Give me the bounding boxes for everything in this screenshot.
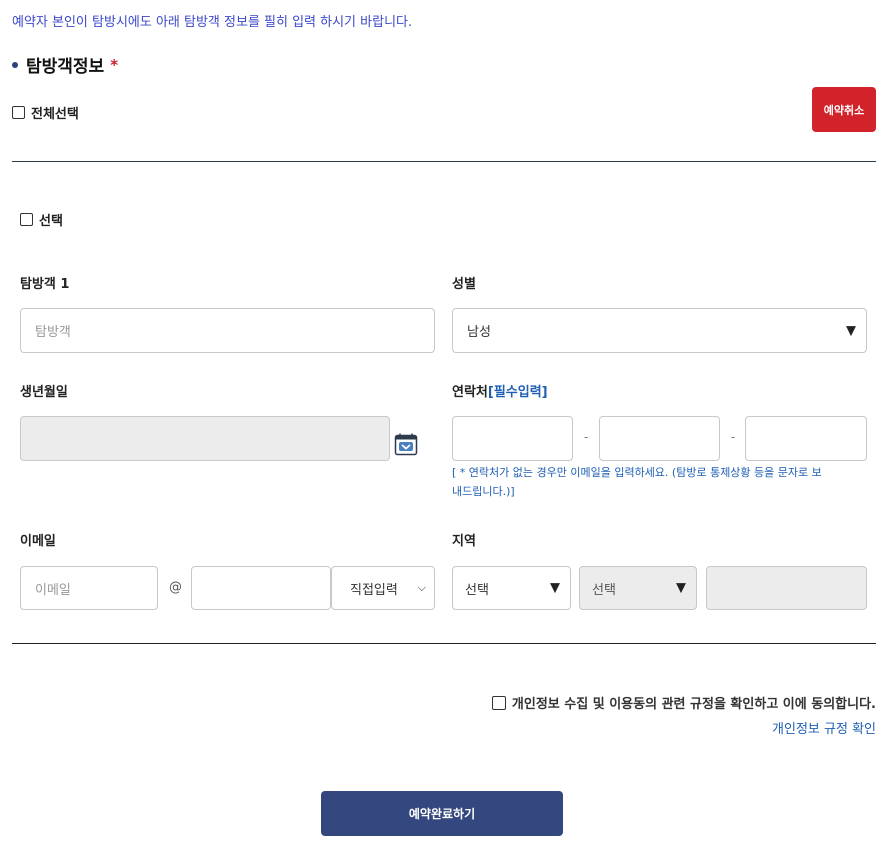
email-placeholder: 이메일 xyxy=(35,582,71,598)
select-all-checkbox[interactable] xyxy=(12,106,25,119)
section-title: 탐방객정보 * xyxy=(12,52,118,77)
chevron-down-icon: ⌵ xyxy=(417,581,426,594)
phone-separator-2: - xyxy=(731,430,736,444)
phone-part-3-input[interactable] xyxy=(745,416,867,461)
phone-separator-1: - xyxy=(584,430,589,444)
section-title-text: 탐방객정보 xyxy=(26,57,105,77)
cancel-reservation-button[interactable]: 예약취소 xyxy=(812,87,876,132)
phone-part-1-input[interactable] xyxy=(452,416,573,461)
email-at-sign: @ xyxy=(169,580,182,595)
contact-label: 연락처[필수입력] xyxy=(452,381,548,400)
privacy-agree[interactable]: 개인정보 수집 및 이용동의 관련 규정을 확인하고 이에 동의합니다. xyxy=(491,693,876,712)
visitor-select-checkbox[interactable] xyxy=(20,213,33,226)
phone-part-2-input[interactable] xyxy=(599,416,720,461)
bullet-icon xyxy=(12,61,18,68)
gender-label: 성별 xyxy=(452,277,476,292)
select-all-label: 전체선택 xyxy=(31,107,79,122)
email-domain-select[interactable]: 직접입력 ⌵ xyxy=(331,566,435,610)
divider-top xyxy=(12,161,876,162)
email-label: 이메일 xyxy=(20,534,56,549)
gender-select[interactable]: 남성 ▼ xyxy=(452,308,867,353)
select-all[interactable]: 전체선택 xyxy=(12,103,79,122)
region-select-1-value: 선택 xyxy=(465,582,489,598)
caret-down-icon: ▼ xyxy=(550,580,560,596)
birth-label: 생년월일 xyxy=(20,385,68,400)
divider-bottom xyxy=(12,643,876,644)
calendar-icon[interactable] xyxy=(394,432,418,456)
visitor-name-placeholder: 탐방객 xyxy=(35,325,71,340)
region-label: 지역 xyxy=(452,534,476,549)
required-mark: * xyxy=(110,55,119,74)
email-id-input[interactable]: 이메일 xyxy=(20,566,158,610)
privacy-agree-checkbox[interactable] xyxy=(491,695,506,710)
complete-reservation-button[interactable]: 예약완료하기 xyxy=(321,791,563,836)
gender-value: 남성 xyxy=(467,325,491,340)
contact-hint: [ * 연락처가 없는 경우만 이메일을 입력하세요. (탐방로 통제상황 등을… xyxy=(452,466,822,498)
privacy-policy-link[interactable]: 개인정보 규정 확인 xyxy=(772,718,876,737)
visitor-name-input[interactable]: 탐방객 xyxy=(20,308,435,353)
visitor-name-label: 탐방객 1 xyxy=(20,277,70,292)
privacy-agree-text: 개인정보 수집 및 이용동의 관련 규정을 확인하고 이에 동의합니다. xyxy=(511,697,876,712)
region-detail-input[interactable] xyxy=(706,566,867,610)
notice-text: 예약자 본인이 탐방시에도 아래 탐방객 정보를 필히 입력 하시기 바랍니다. xyxy=(12,15,413,30)
caret-down-icon: ▼ xyxy=(846,323,856,338)
visitor-select-label: 선택 xyxy=(39,214,63,229)
visitor-select[interactable]: 선택 xyxy=(20,210,63,229)
region-select-2-value: 선택 xyxy=(592,582,616,598)
region-select-2[interactable]: 선택 ▼ xyxy=(579,566,697,610)
region-select-1[interactable]: 선택 ▼ xyxy=(452,566,571,610)
contact-required-text: [필수입력] xyxy=(487,385,548,400)
contact-label-text: 연락처 xyxy=(452,385,488,400)
email-domain-select-value: 직접입력 xyxy=(350,582,398,598)
birth-date-input[interactable] xyxy=(20,416,390,461)
caret-down-icon: ▼ xyxy=(676,580,686,596)
email-domain-input[interactable] xyxy=(191,566,331,610)
